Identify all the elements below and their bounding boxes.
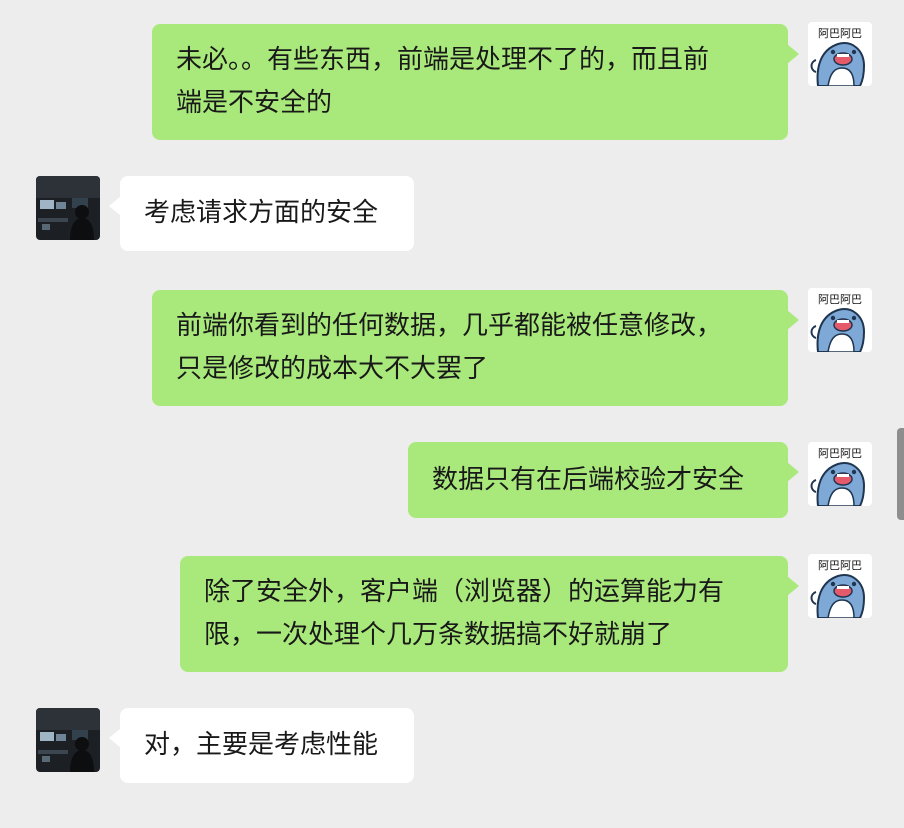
dolphin-sticker-icon: 阿巴阿巴 [808, 554, 872, 618]
sent-message-bubble[interactable]: 前端你看到的任何数据，几乎都能被任意修改， 只是修改的成本大不大罢了 [152, 290, 799, 406]
self-avatar[interactable]: 阿巴阿巴 [808, 442, 872, 506]
sent-message-bubble[interactable]: 数据只有在后端校验才安全 [408, 442, 799, 518]
avatar-caption: 阿巴阿巴 [818, 293, 862, 306]
avatar-caption: 阿巴阿巴 [818, 27, 862, 40]
avatar-caption: 阿巴阿巴 [818, 559, 862, 572]
received-message-bubble[interactable]: 对，主要是考虑性能 [109, 708, 414, 783]
dolphin-sticker-icon: 阿巴阿巴 [808, 288, 872, 352]
dark-room-photo-icon [36, 176, 100, 240]
dolphin-sticker-icon: 阿巴阿巴 [808, 442, 872, 506]
dolphin-sticker-icon: 阿巴阿巴 [808, 22, 872, 86]
self-avatar[interactable]: 阿巴阿巴 [808, 554, 872, 618]
received-message-bubble[interactable]: 考虑请求方面的安全 [109, 176, 414, 251]
avatar-caption: 阿巴阿巴 [818, 447, 862, 460]
contact-avatar[interactable] [36, 176, 100, 240]
self-avatar[interactable]: 阿巴阿巴 [808, 22, 872, 86]
scrollbar[interactable] [897, 428, 904, 520]
dark-room-photo-icon [36, 708, 100, 772]
sent-message-bubble[interactable]: 未必。。有些东西，前端是处理不了的，而且前 端是不安全的 [152, 24, 799, 140]
self-avatar[interactable]: 阿巴阿巴 [808, 288, 872, 352]
sent-message-bubble[interactable]: 除了安全外，客户端（浏览器）的运算能力有 限，一次处理个几万条数据搞不好就崩了 [180, 556, 799, 672]
contact-avatar[interactable] [36, 708, 100, 772]
